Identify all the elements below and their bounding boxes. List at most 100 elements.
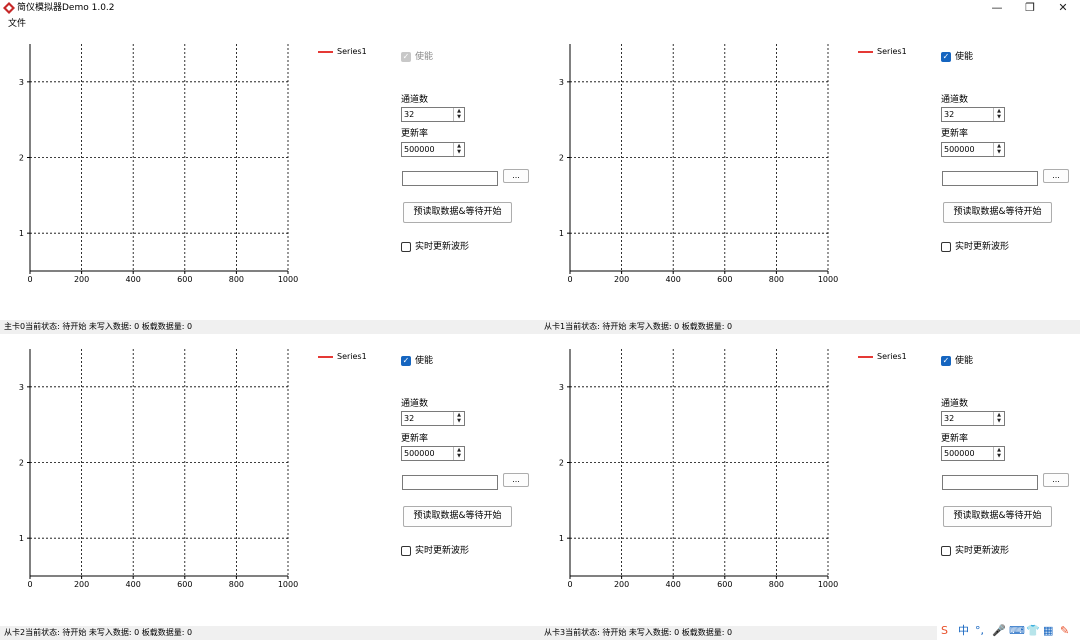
x-tick-label: 0 — [567, 275, 572, 284]
x-tick-label: 1000 — [278, 275, 298, 284]
enable-checkbox[interactable]: ✓ 使能 — [941, 355, 973, 367]
rate-spinbox[interactable]: 500000 ▲ ▼ — [941, 446, 1005, 461]
enable-checkbox-box[interactable]: ✓ — [401, 52, 411, 62]
keyboard-icon[interactable]: ⌨ — [1009, 623, 1025, 639]
preload-start-button[interactable]: 预读取数据&等待开始 — [403, 202, 512, 223]
file-path-input[interactable] — [402, 171, 498, 186]
x-tick-label: 0 — [567, 580, 572, 589]
sogou-ime-icon[interactable]: S — [941, 623, 948, 639]
x-tick-label: 200 — [74, 275, 89, 284]
x-tick-label: 800 — [229, 580, 244, 589]
status-bar-1: 从卡1当前状态: 待开始 未写入数据: 0 板载数据量: 0 — [540, 320, 1080, 334]
enable-checkbox[interactable]: ✓ 使能 — [941, 51, 973, 63]
control-area: ✓ 使能 通道数 32 ▲ ▼ 更新率 500000 ▲ ▼ ... 预读取数据&等… — [940, 32, 1080, 336]
enable-checkbox-box[interactable]: ✓ — [941, 356, 951, 366]
enable-label: 使能 — [955, 356, 974, 366]
enable-checkbox-box[interactable]: ✓ — [941, 52, 951, 62]
status-text: 从卡3当前状态: 待开始 未写入数据: 0 板载数据量: 0 — [544, 628, 733, 637]
x-tick-label: 600 — [177, 275, 192, 284]
y-tick-label: 2 — [559, 459, 564, 468]
app-logo-icon — [3, 2, 15, 14]
x-tick-label: 600 — [717, 580, 732, 589]
tools-icon[interactable]: ✎ — [1060, 623, 1069, 639]
x-tick-label: 1000 — [818, 275, 838, 284]
y-tick-label: 3 — [559, 78, 564, 87]
browse-button[interactable]: ... — [503, 169, 529, 183]
channels-value: 32 — [944, 110, 955, 119]
channels-spinbox[interactable]: 32 ▲ ▼ — [401, 411, 465, 426]
preload-start-button[interactable]: 预读取数据&等待开始 — [943, 202, 1052, 223]
spin-down-icon[interactable]: ▼ — [454, 114, 464, 120]
channels-label: 通道数 — [401, 95, 429, 105]
x-tick-label: 800 — [769, 275, 784, 284]
realtime-checkbox[interactable]: 实时更新波形 — [941, 241, 1009, 253]
microphone-icon[interactable]: 🎤 — [992, 623, 1006, 639]
channels-spinbox[interactable]: 32 ▲ ▼ — [941, 411, 1005, 426]
channels-label: 通道数 — [941, 399, 969, 409]
rate-label: 更新率 — [401, 434, 429, 444]
status-bar-0: 主卡0当前状态: 待开始 未写入数据: 0 板载数据量: 0 — [0, 320, 540, 334]
realtime-checkbox-box[interactable] — [941, 546, 951, 556]
browse-button[interactable]: ... — [503, 473, 529, 487]
browse-button[interactable]: ... — [1043, 169, 1069, 183]
status-text: 主卡0当前状态: 待开始 未写入数据: 0 板载数据量: 0 — [4, 322, 193, 331]
punctuation-icon[interactable]: °, — [975, 623, 984, 639]
rate-value: 500000 — [944, 145, 975, 154]
menu-file[interactable]: 文件 — [8, 18, 26, 30]
channels-spinbox[interactable]: 32 ▲ ▼ — [401, 107, 465, 122]
card-panel-3: 0 200 400 600 800 1000 1 2 3 Series1 ✓ 使能 通道数 32… — [540, 337, 1080, 641]
y-tick-label: 2 — [19, 459, 24, 468]
y-tick-label: 3 — [19, 383, 24, 392]
file-path-input[interactable] — [942, 171, 1038, 186]
y-tick-label: 1 — [19, 534, 24, 543]
realtime-label: 实时更新波形 — [415, 546, 470, 556]
menu-bar: 文件 — [0, 16, 1080, 32]
close-button[interactable]: ✕ — [1048, 0, 1078, 16]
realtime-checkbox[interactable]: 实时更新波形 — [401, 545, 469, 557]
rate-value: 500000 — [404, 449, 435, 458]
skin-icon[interactable]: 👕 — [1026, 623, 1040, 639]
realtime-checkbox[interactable]: 实时更新波形 — [941, 545, 1009, 557]
x-tick-label: 0 — [27, 275, 32, 284]
y-tick-label: 3 — [19, 78, 24, 87]
waveform-chart: 0 200 400 600 800 1000 1 2 3 — [19, 44, 298, 284]
realtime-checkbox-box[interactable] — [401, 546, 411, 556]
enable-checkbox[interactable]: ✓ 使能 — [401, 355, 433, 367]
card-panel-2: 0 200 400 600 800 1000 1 2 3 Series1 ✓ 使能 通道数 32… — [0, 337, 540, 641]
minimize-button[interactable]: — — [982, 0, 1012, 16]
file-path-input[interactable] — [402, 475, 498, 490]
realtime-checkbox[interactable]: 实时更新波形 — [401, 241, 469, 253]
chinese-mode-icon[interactable]: 中 — [958, 623, 969, 639]
status-text: 从卡2当前状态: 待开始 未写入数据: 0 板载数据量: 0 — [4, 628, 193, 637]
spin-down-icon[interactable]: ▼ — [454, 453, 464, 459]
spin-down-icon[interactable]: ▼ — [994, 453, 1004, 459]
waveform-chart: 0 200 400 600 800 1000 1 2 3 — [19, 349, 298, 589]
spin-down-icon[interactable]: ▼ — [994, 418, 1004, 424]
enable-checkbox-box[interactable]: ✓ — [401, 356, 411, 366]
control-area: ✓ 使能 通道数 32 ▲ ▼ 更新率 500000 ▲ ▼ ... 预读取数据&等… — [940, 337, 1080, 641]
preload-start-button[interactable]: 预读取数据&等待开始 — [403, 506, 512, 527]
preload-start-button[interactable]: 预读取数据&等待开始 — [943, 506, 1052, 527]
spin-down-icon[interactable]: ▼ — [454, 149, 464, 155]
rate-spinbox[interactable]: 500000 ▲ ▼ — [401, 446, 465, 461]
spin-down-icon[interactable]: ▼ — [994, 114, 1004, 120]
rate-label: 更新率 — [941, 129, 969, 139]
enable-checkbox[interactable]: ✓ 使能 — [401, 51, 433, 63]
channels-spinbox[interactable]: 32 ▲ ▼ — [941, 107, 1005, 122]
realtime-label: 实时更新波形 — [955, 546, 1010, 556]
apps-icon[interactable]: ▦ — [1043, 623, 1053, 639]
realtime-checkbox-box[interactable] — [401, 242, 411, 252]
rate-spinbox[interactable]: 500000 ▲ ▼ — [401, 142, 465, 157]
spin-down-icon[interactable]: ▼ — [994, 149, 1004, 155]
enable-label: 使能 — [955, 52, 974, 62]
x-tick-label: 800 — [229, 275, 244, 284]
realtime-checkbox-box[interactable] — [941, 242, 951, 252]
x-tick-label: 400 — [666, 275, 681, 284]
file-path-input[interactable] — [942, 475, 1038, 490]
x-tick-label: 200 — [614, 580, 629, 589]
spin-down-icon[interactable]: ▼ — [454, 418, 464, 424]
legend-series-label: Series1 — [877, 352, 907, 361]
rate-spinbox[interactable]: 500000 ▲ ▼ — [941, 142, 1005, 157]
restore-button[interactable]: ❐ — [1015, 0, 1045, 16]
browse-button[interactable]: ... — [1043, 473, 1069, 487]
